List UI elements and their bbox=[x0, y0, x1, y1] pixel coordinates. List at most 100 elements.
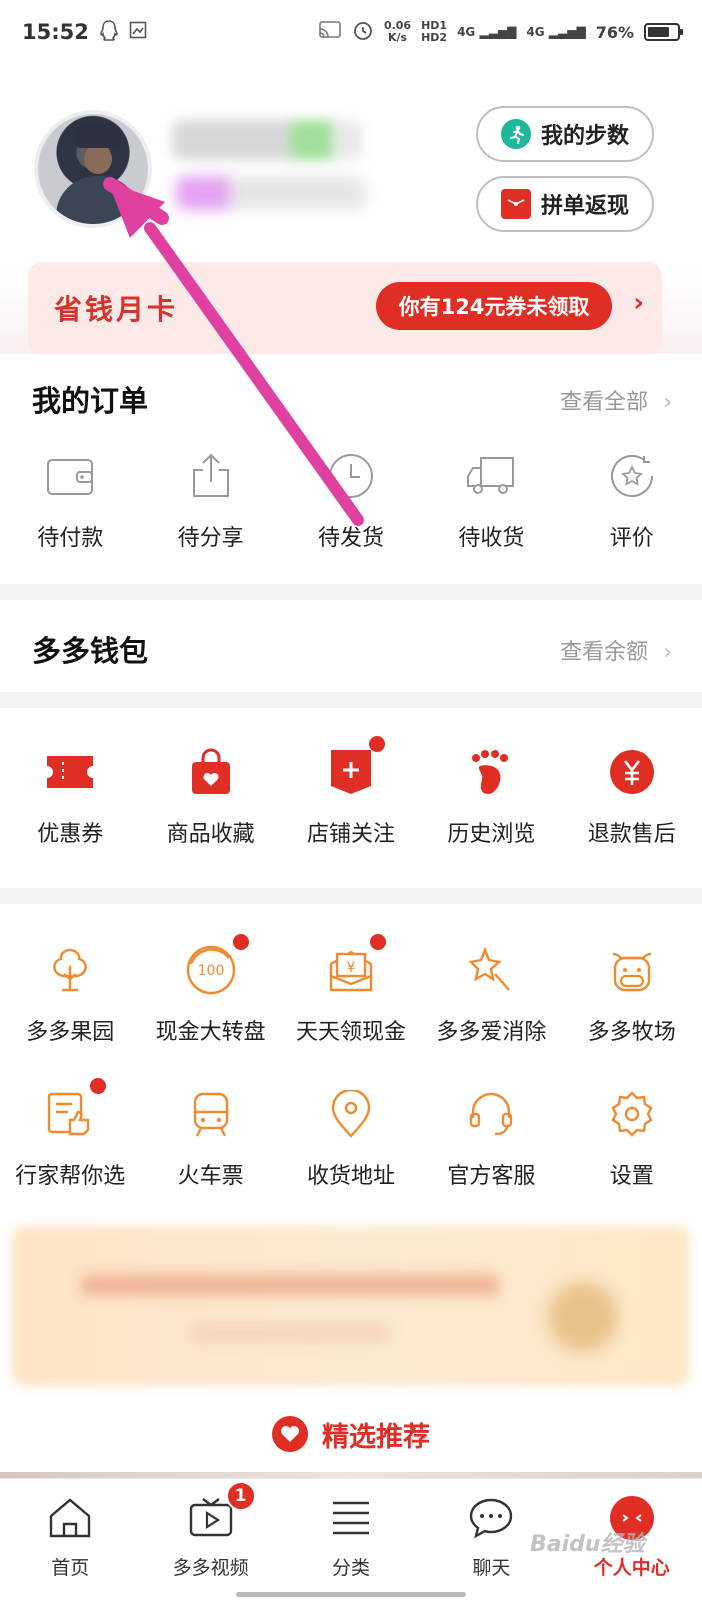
tab-chat-label: 聊天 bbox=[472, 1557, 511, 1579]
service-store-follow-label: 店铺关注 bbox=[306, 822, 395, 847]
tab-categories-label: 分类 bbox=[331, 1557, 370, 1579]
location-icon bbox=[330, 1082, 372, 1146]
notification-dot bbox=[369, 934, 386, 950]
wheel-icon: 100 bbox=[185, 934, 249, 1002]
tab-videos[interactable]: 1 多多视频 bbox=[140, 1479, 280, 1600]
heart-icon bbox=[272, 1416, 308, 1452]
order-pending-receipt[interactable]: 待收货 bbox=[421, 444, 561, 552]
profile-header: 我的步数 拼单返现 省钱月卡 你有124元券未领取 › bbox=[0, 64, 702, 354]
chevron-right-icon: › bbox=[633, 288, 644, 318]
service-store-follow[interactable]: 店铺关注 bbox=[281, 736, 421, 848]
promo-banner[interactable] bbox=[0, 1216, 702, 1396]
tool-train-tickets[interactable]: 火车票 bbox=[140, 1082, 280, 1190]
notification-dot bbox=[368, 736, 385, 752]
avatar-face bbox=[84, 144, 112, 174]
avatar[interactable] bbox=[34, 110, 152, 228]
order-pending-payment-label: 待付款 bbox=[37, 526, 104, 551]
tool-ranch[interactable]: 多多牧场 bbox=[562, 938, 702, 1046]
service-coupons[interactable]: 优惠券 bbox=[0, 740, 140, 848]
group-buy-label: 拼单返现 bbox=[540, 194, 629, 219]
order-status-grid: 待付款 待分享 待发货 待收货 评价 bbox=[0, 444, 702, 552]
battery-percent: 76% bbox=[595, 22, 634, 42]
service-favorites[interactable]: 商品收藏 bbox=[140, 740, 280, 848]
tool-expert-picks[interactable]: 行家帮你选 bbox=[0, 1078, 140, 1190]
tab-home[interactable]: 首页 bbox=[0, 1479, 140, 1600]
cast-icon bbox=[318, 20, 342, 44]
view-all-orders-link[interactable]: 查看全部 › bbox=[560, 384, 672, 416]
running-icon bbox=[500, 119, 531, 149]
cash-envelope-icon: ¥ bbox=[328, 934, 386, 1002]
my-orders-title: 我的订单 bbox=[32, 384, 149, 418]
tool-customer-service[interactable]: 官方客服 bbox=[421, 1082, 561, 1190]
avatar-hat bbox=[76, 124, 122, 148]
view-balance-link[interactable]: 查看余额 › bbox=[560, 634, 672, 666]
qq-icon bbox=[99, 19, 119, 46]
home-indicator[interactable] bbox=[236, 1592, 466, 1597]
clock-icon bbox=[327, 444, 375, 508]
order-pending-shipment[interactable]: 待发货 bbox=[281, 444, 421, 552]
tool-shipping-address[interactable]: 收货地址 bbox=[281, 1082, 421, 1190]
tool-expert-picks-label: 行家帮你选 bbox=[15, 1164, 126, 1189]
tools-row-2: 行家帮你选 火车票 收货地址 官方客服 设置 bbox=[0, 1078, 702, 1190]
tool-ranch-label: 多多牧场 bbox=[587, 1020, 676, 1045]
tab-categories[interactable]: 分类 bbox=[281, 1479, 421, 1600]
tool-settings[interactable]: 设置 bbox=[562, 1082, 702, 1190]
order-review[interactable]: 评价 bbox=[562, 444, 702, 552]
alarm-icon bbox=[352, 19, 374, 45]
wallet-title: 多多钱包 bbox=[32, 634, 149, 668]
hd2-label: HD2 bbox=[421, 31, 448, 44]
services-grid: 优惠券 商品收藏 店铺关注 历史浏览 退款售后 bbox=[0, 736, 702, 848]
tool-daily-cash[interactable]: ¥ 天天领现金 bbox=[281, 934, 421, 1046]
chat-icon bbox=[468, 1493, 514, 1543]
status-right-group: 0.06 K/s HD1 HD2 4G ▂▃▅▇ 4G ▂▃▅▇ 76% bbox=[318, 19, 683, 45]
service-refund-label: 退款售后 bbox=[587, 822, 676, 847]
tool-orchard[interactable]: 多多果园 bbox=[0, 938, 140, 1046]
chevron-right-icon: › bbox=[663, 640, 672, 665]
group-buy-cashback-button[interactable]: 拼单返现 bbox=[476, 176, 654, 232]
service-history[interactable]: 历史浏览 bbox=[421, 740, 561, 848]
video-icon: 1 bbox=[188, 1481, 256, 1543]
image-notify-icon bbox=[129, 20, 147, 44]
cow-icon bbox=[607, 938, 657, 1002]
signal-2: 4G ▂▃▅▇ bbox=[526, 25, 585, 39]
service-history-label: 历史浏览 bbox=[447, 822, 536, 847]
net-speed-unit: K/s bbox=[387, 31, 408, 44]
tool-train-tickets-label: 火车票 bbox=[177, 1164, 244, 1189]
tab-home-label: 首页 bbox=[51, 1557, 90, 1579]
promo-banner-blur-text-2 bbox=[190, 1324, 390, 1342]
battery-icon bbox=[644, 23, 683, 41]
magic-star-icon bbox=[467, 938, 515, 1002]
blurred-username bbox=[172, 120, 362, 160]
monthly-card-banner[interactable]: 省钱月卡 你有124元券未领取 › bbox=[28, 262, 662, 354]
truck-icon bbox=[465, 444, 517, 508]
tool-shipping-address-label: 收货地址 bbox=[306, 1164, 395, 1189]
order-review-label: 评价 bbox=[609, 526, 654, 551]
share-icon bbox=[187, 444, 235, 508]
featured-recommendations-header: 精选推荐 bbox=[0, 1396, 702, 1472]
tool-cash-wheel[interactable]: 100 现金大转盘 bbox=[140, 934, 280, 1046]
order-pending-shipment-label: 待发货 bbox=[317, 526, 384, 551]
signal-2-label: 4G bbox=[526, 25, 545, 39]
tools-row-1: 多多果园 100 现金大转盘 ¥ 天天领现金 多多爱消除 多多牧场 bbox=[0, 934, 702, 1046]
duoduo-wallet-section[interactable]: 多多钱包 查看余额 › bbox=[0, 600, 702, 692]
watermark: Baidu经验 bbox=[530, 1532, 645, 1557]
hd-indicator: HD1 HD2 bbox=[421, 20, 447, 44]
cash-envelope-icon-text: ¥ bbox=[347, 960, 356, 976]
tool-match-game[interactable]: 多多爱消除 bbox=[421, 938, 561, 1046]
service-refund[interactable]: 退款售后 bbox=[562, 740, 702, 848]
tool-daily-cash-label: 天天领现金 bbox=[295, 1020, 406, 1045]
service-coupons-label: 优惠券 bbox=[37, 822, 104, 847]
my-orders-section: 我的订单 查看全部 › 待付款 待分享 待发货 待收货 评价 bbox=[0, 354, 702, 584]
order-pending-payment[interactable]: 待付款 bbox=[0, 444, 140, 552]
wallet-icon bbox=[45, 444, 95, 508]
tab-videos-label: 多多视频 bbox=[172, 1557, 249, 1579]
notification-dot bbox=[232, 934, 249, 950]
coupon-unclaimed-button[interactable]: 你有124元券未领取 bbox=[376, 282, 612, 330]
red-envelope-icon bbox=[500, 189, 531, 219]
order-pending-share-label: 待分享 bbox=[177, 526, 244, 551]
order-pending-share[interactable]: 待分享 bbox=[140, 444, 280, 552]
blurred-user-info bbox=[176, 176, 366, 210]
tool-customer-service-label: 官方客服 bbox=[447, 1164, 536, 1189]
my-steps-button[interactable]: 我的步数 bbox=[476, 106, 654, 162]
net-speed: 0.06 K/s bbox=[384, 20, 411, 44]
